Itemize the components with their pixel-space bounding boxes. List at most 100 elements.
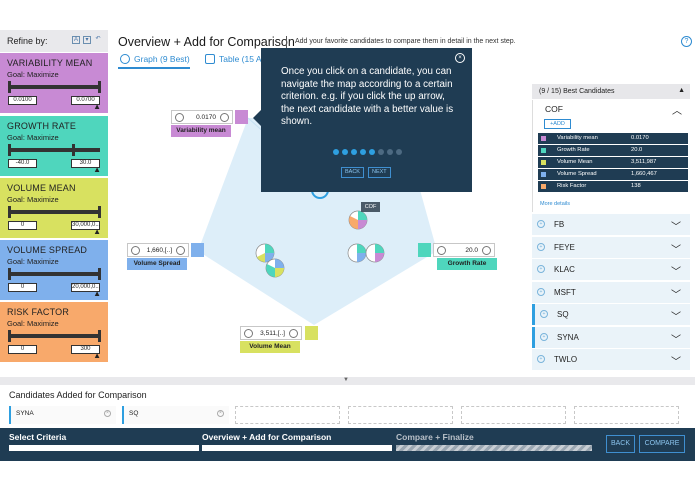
tutorial-next-button[interactable]: NEXT xyxy=(368,167,391,178)
step-compare-finalize[interactable]: Compare + Finalize xyxy=(396,432,474,442)
metric-swatch xyxy=(541,184,546,189)
active-candidate-name: COF xyxy=(545,104,563,114)
comparison-slot[interactable]: SYNA × xyxy=(9,406,116,424)
candidate-glyph[interactable] xyxy=(365,243,385,263)
axis-variability-mean-value-box[interactable]: 0.0170 xyxy=(171,110,233,124)
comparison-slot-empty xyxy=(235,406,340,424)
up-arrow-icon[interactable] xyxy=(482,246,491,255)
chevron-down-icon[interactable]: ﹀ xyxy=(671,331,681,346)
add-circle-icon[interactable]: + xyxy=(537,243,545,251)
up-arrow-icon[interactable] xyxy=(220,113,229,122)
add-circle-icon[interactable]: + xyxy=(540,310,548,318)
chevron-down-icon[interactable]: ﹀ xyxy=(671,353,681,368)
metric-value: 138 xyxy=(631,183,641,189)
candidate-glyph-selected[interactable] xyxy=(348,210,368,230)
add-button[interactable]: +ADD xyxy=(544,119,571,129)
chevron-down-icon[interactable]: ﹀ xyxy=(671,263,681,278)
metric-swatch xyxy=(541,148,546,153)
progress-dot[interactable] xyxy=(378,149,384,155)
remove-icon[interactable]: × xyxy=(104,410,111,417)
progress-dot[interactable] xyxy=(333,149,339,155)
best-candidates-title: (9 / 15) Best Candidates xyxy=(539,88,615,95)
candidate-item[interactable]: + FB ﹀ xyxy=(532,214,690,235)
candidate-name: FB xyxy=(554,220,565,229)
progress-dot[interactable] xyxy=(360,149,366,155)
remove-icon[interactable]: × xyxy=(217,410,224,417)
down-arrow-icon[interactable] xyxy=(175,113,184,122)
axis-color-swatch xyxy=(305,326,318,340)
metric-label: Variability mean xyxy=(557,135,598,141)
comparison-slot-empty xyxy=(348,406,453,424)
chevron-down-icon[interactable]: ﹀ xyxy=(671,241,681,256)
candidate-item[interactable]: + KLAC ﹀ xyxy=(532,259,690,280)
metric-row: Volume Mean 3,511,987 xyxy=(538,157,688,168)
metric-value: 1,660,467 xyxy=(631,171,657,177)
metric-row: Volume Spread 1,660,467 xyxy=(538,169,688,180)
tutorial-message: Once you click on a candidate, you can n… xyxy=(281,66,454,127)
back-button[interactable]: BACK xyxy=(606,435,635,453)
chevron-down-icon[interactable]: ﹀ xyxy=(671,308,681,323)
down-arrow-icon[interactable] xyxy=(244,329,253,338)
axis-growth-rate-value-box[interactable]: 20.0 xyxy=(433,243,495,257)
candidate-glyph[interactable] xyxy=(265,258,285,278)
axis-color-swatch xyxy=(418,243,431,257)
close-icon[interactable]: × xyxy=(455,53,465,63)
add-circle-icon[interactable]: + xyxy=(537,355,545,363)
collapse-down-icon[interactable]: ▼ xyxy=(343,377,349,383)
metric-value: 0.0170 xyxy=(631,135,649,141)
panel-divider[interactable]: ▼ xyxy=(0,377,695,385)
slot-candidate-name: SQ xyxy=(129,410,139,417)
candidate-item-added[interactable]: + SYNA ﹀ xyxy=(532,327,690,348)
add-circle-icon[interactable]: + xyxy=(537,265,545,273)
chevron-down-icon[interactable]: ﹀ xyxy=(671,218,681,233)
best-candidates-header[interactable]: (9 / 15) Best Candidates ▲ xyxy=(532,84,690,99)
chevron-up-icon[interactable]: ︿ xyxy=(672,102,682,117)
comparison-slot[interactable]: SQ × xyxy=(122,406,229,424)
more-details-link[interactable]: More details xyxy=(540,201,570,207)
candidate-name: TWLO xyxy=(554,355,578,364)
candidate-item[interactable]: + FEYE ﹀ xyxy=(532,237,690,258)
axis-value: 0.0170 xyxy=(196,114,216,121)
candidate-name: KLAC xyxy=(554,265,575,274)
progress-dot[interactable] xyxy=(369,149,375,155)
candidate-glyph[interactable] xyxy=(347,243,367,263)
axis-label: Volume Spread xyxy=(127,258,187,270)
down-arrow-icon[interactable] xyxy=(437,246,446,255)
wizard-footer: Select Criteria Overview + Add for Compa… xyxy=(0,428,695,461)
axis-volume-mean-value-box[interactable]: 3,511,[..] xyxy=(240,326,302,340)
progress-dot[interactable] xyxy=(351,149,357,155)
add-circle-icon[interactable]: + xyxy=(537,220,545,228)
tutorial-progress-dots xyxy=(333,149,402,155)
up-arrow-icon[interactable] xyxy=(176,246,185,255)
metric-swatch xyxy=(541,136,546,141)
comparison-slot-empty xyxy=(574,406,679,424)
axis-value: 3,511,[..] xyxy=(260,330,285,337)
metric-label: Volume Mean xyxy=(557,159,593,165)
compare-button[interactable]: COMPARE xyxy=(639,435,685,453)
axis-volume-spread-value-box[interactable]: 1,660,[..] xyxy=(127,243,189,257)
metric-value: 3,511,987 xyxy=(631,159,657,165)
add-circle-icon[interactable]: + xyxy=(537,288,545,296)
add-circle-icon[interactable]: + xyxy=(540,333,548,341)
candidate-item[interactable]: + MSFT ﹀ xyxy=(532,282,690,303)
metric-label: Growth Rate xyxy=(557,147,590,153)
chevron-down-icon[interactable]: ﹀ xyxy=(671,286,681,301)
metric-swatch xyxy=(541,172,546,177)
candidate-item-added[interactable]: + SQ ﹀ xyxy=(532,304,690,325)
candidate-name: SYNA xyxy=(557,333,579,342)
down-arrow-icon[interactable] xyxy=(131,246,140,255)
step-select-criteria[interactable]: Select Criteria xyxy=(9,432,66,442)
progress-dot[interactable] xyxy=(342,149,348,155)
progress-dot[interactable] xyxy=(387,149,393,155)
candidate-name: FEYE xyxy=(554,243,575,252)
tutorial-back-button[interactable]: BACK xyxy=(341,167,364,178)
candidate-name: SQ xyxy=(557,310,569,319)
axis-value: 20.0 xyxy=(465,247,478,254)
progress-dot[interactable] xyxy=(396,149,402,155)
metric-value: 20.0 xyxy=(631,147,643,153)
candidate-item[interactable]: + TWLO ﹀ xyxy=(532,349,690,370)
collapse-up-icon[interactable]: ▲ xyxy=(678,87,685,94)
step-overview[interactable]: Overview + Add for Comparison xyxy=(202,432,331,442)
candidate-glyph[interactable] xyxy=(255,243,275,263)
up-arrow-icon[interactable] xyxy=(289,329,298,338)
